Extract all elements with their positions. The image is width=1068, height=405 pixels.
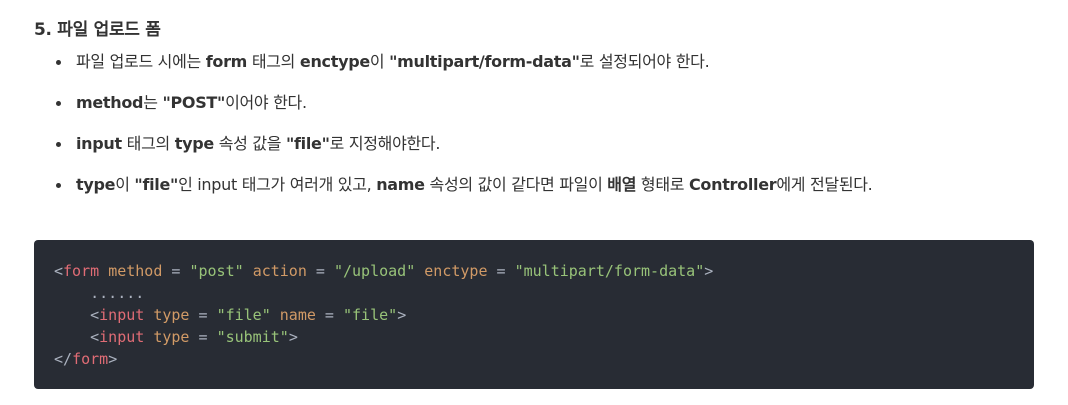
code-token-pun — [244, 262, 253, 280]
text-run: 인 input 태그가 여러개 있고, — [178, 175, 377, 194]
code-token-attr: method — [108, 262, 163, 280]
code-content: <form method = "post" action = "/upload"… — [54, 260, 713, 370]
code-token-pun: = — [306, 262, 334, 280]
bold-text: name — [376, 175, 425, 194]
text-run: 파일 업로드 시에는 — [76, 52, 206, 71]
bold-text: method — [76, 93, 144, 112]
bold-text: Controller — [688, 175, 777, 194]
code-token-pun: > — [397, 306, 407, 324]
text-run: 태그의 — [121, 134, 175, 153]
code-token-pun: > — [704, 262, 714, 280]
list-item-text: method는 "POST"이어야 한다. — [76, 91, 307, 115]
code-token-str: "/upload" — [333, 262, 416, 280]
code-token-pun: = — [487, 262, 515, 280]
text-run: 형태로 — [636, 175, 689, 194]
code-token-tag: form — [72, 350, 109, 368]
code-token-attr: type — [153, 306, 190, 324]
bold-text: "multipart/form-data" — [389, 52, 580, 71]
text-run: 로 지정해야한다. — [329, 134, 441, 153]
bold-text: enctype — [299, 52, 370, 71]
code-token-pun: < — [54, 328, 100, 346]
code-token-str: "file" — [343, 306, 398, 324]
code-token-pun: = — [315, 306, 343, 324]
code-token-pun: < — [54, 306, 100, 324]
code-token-tag: input — [99, 306, 145, 324]
bold-text: 배열 — [607, 175, 637, 194]
bullet-dot — [56, 60, 61, 65]
code-token-pun: = — [162, 262, 190, 280]
code-token-pun: > — [108, 350, 118, 368]
text-run: 로 설정되어야 한다. — [579, 52, 710, 71]
code-token-str: "post" — [189, 262, 244, 280]
code-token-str: "file" — [216, 306, 271, 324]
list-item-text: input 태그의 type 속성 값을 "file"로 지정해야한다. — [76, 132, 440, 156]
text-run: 이 — [115, 175, 135, 194]
text-run: 태그의 — [247, 52, 300, 71]
code-token-pun: = — [189, 306, 217, 324]
bullet-dot — [56, 142, 61, 147]
code-token-pun: ...... — [54, 284, 145, 302]
text-run: 이어야 한다. — [225, 93, 307, 112]
text-run: 속성의 값이 같다면 파일이 — [424, 175, 608, 194]
code-token-pun — [271, 306, 280, 324]
bold-text: "file" — [285, 134, 330, 153]
bold-text: type — [174, 134, 214, 153]
code: <form method = "post" action = "/upload"… — [54, 262, 713, 368]
code-token-pun — [415, 262, 424, 280]
code-token-pun: </ — [54, 350, 73, 368]
list-item-text: 파일 업로드 시에는 form 태그의 enctype이 "multipart/… — [76, 50, 710, 74]
list-item-text: type이 "file"인 input 태그가 여러개 있고, name 속성의… — [76, 173, 873, 197]
bold-text: type — [76, 175, 116, 194]
code-token-attr: action — [252, 262, 307, 280]
text-run: 이 — [369, 52, 390, 71]
code-token-attr: type — [153, 328, 190, 346]
bold-text: "POST" — [162, 93, 226, 112]
code-block: <form method = "post" action = "/upload"… — [34, 240, 1034, 389]
text-run: 속성 값을 — [213, 134, 286, 153]
code-token-pun: = — [189, 328, 217, 346]
code-token-pun: < — [54, 262, 64, 280]
text-run: 는 — [143, 93, 163, 112]
bullet-dot — [56, 101, 61, 106]
code-token-str: "submit" — [216, 328, 289, 346]
text-run: 에게 전달된다. — [776, 175, 873, 194]
code-token-tag: input — [99, 328, 145, 346]
document: 5. 파일 업로드 폼 파일 업로드 시에는 form 태그의 enctype이… — [0, 0, 1068, 405]
bullet-dot — [56, 183, 61, 188]
code-token-pun — [144, 306, 153, 324]
code-token-pun — [144, 328, 153, 346]
section-title: 5. 파일 업로드 폼 — [34, 20, 161, 40]
code-token-pun — [99, 262, 108, 280]
bold-text: input — [76, 134, 122, 153]
code-token-pun: > — [288, 328, 298, 346]
code-token-attr: name — [279, 306, 316, 324]
code-token-str: "multipart/form-data" — [514, 262, 705, 280]
bold-text: form — [205, 52, 248, 71]
code-token-attr: enctype — [424, 262, 488, 280]
code-token-tag: form — [63, 262, 100, 280]
bold-text: "file" — [134, 175, 179, 194]
